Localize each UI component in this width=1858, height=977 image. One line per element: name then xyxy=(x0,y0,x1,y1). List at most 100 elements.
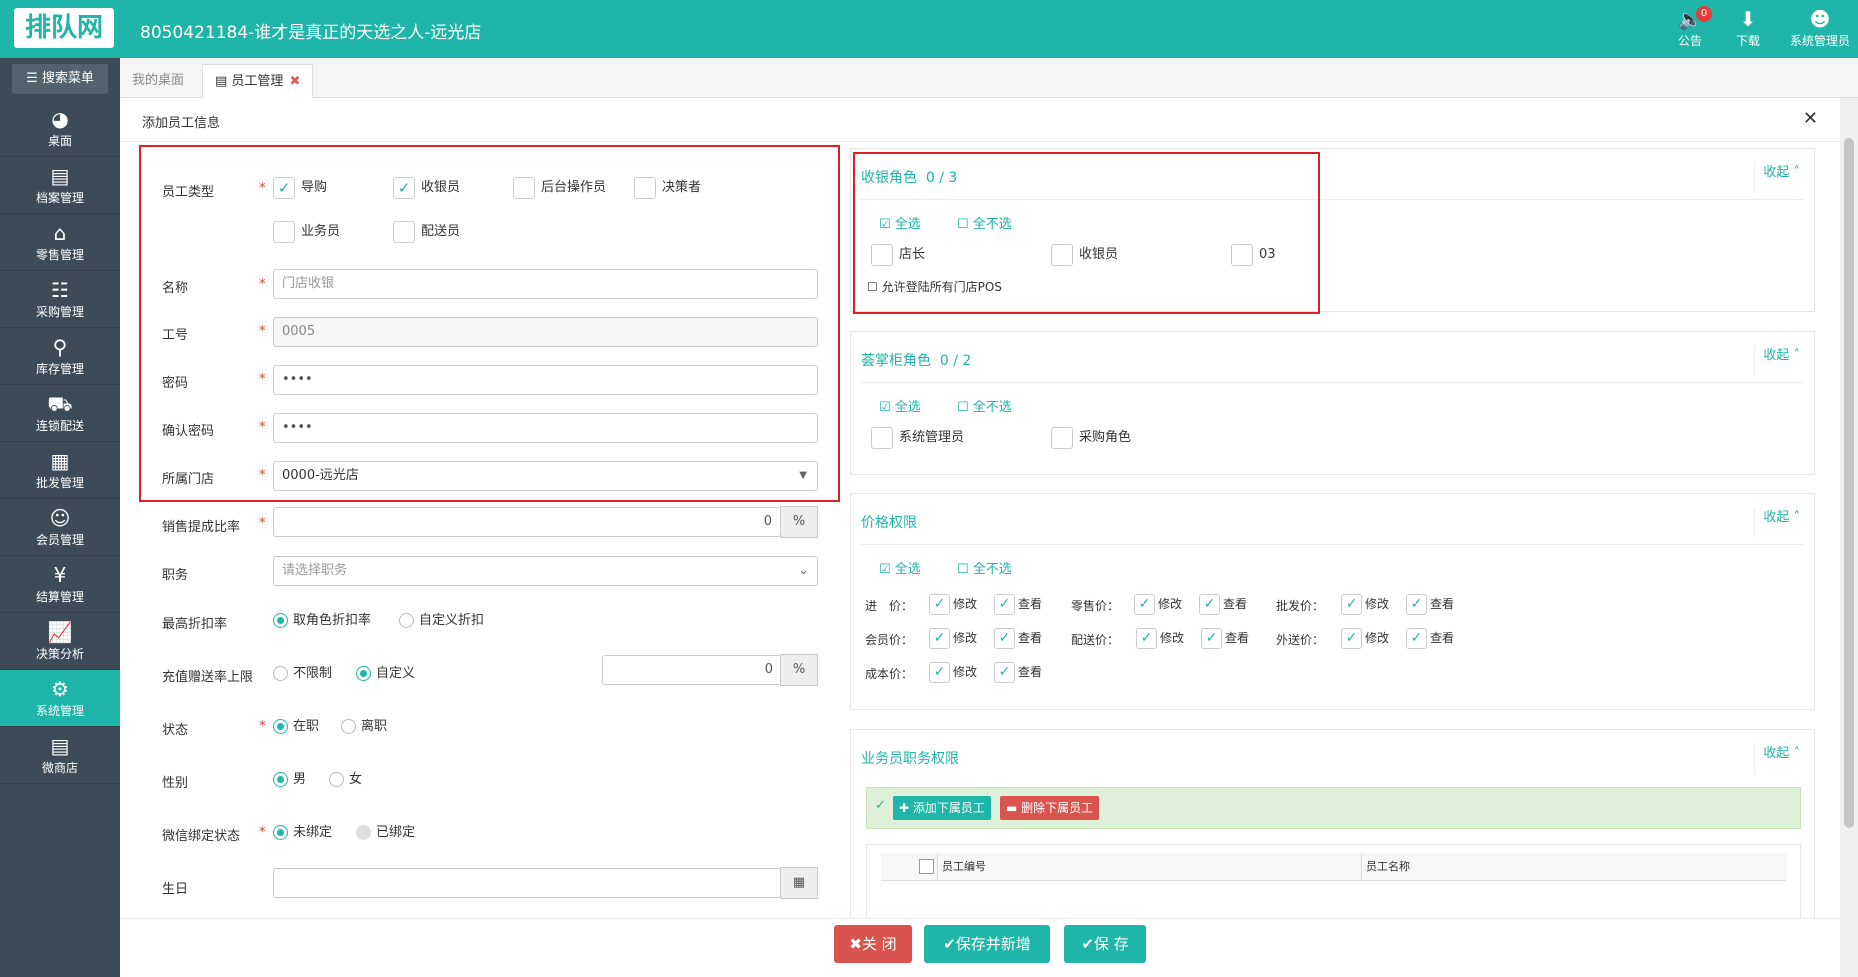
commission-input[interactable]: 0 xyxy=(273,507,781,537)
sidebar-item-inventory[interactable]: ⚲ 库存管理 xyxy=(0,328,120,385)
radio-dot xyxy=(399,613,414,628)
save-and-new-button[interactable]: ✔保存并新增 xyxy=(924,925,1050,963)
radio-dot xyxy=(273,719,288,734)
status-radio-active[interactable]: 在职 xyxy=(273,717,319,737)
perm-edit-checkbox[interactable]: ✓ 修改 xyxy=(929,660,977,684)
discount-radio-role[interactable]: 取角色折扣率 xyxy=(273,611,371,631)
sidebar-item-archive[interactable]: ▤ 档案管理 xyxy=(0,157,120,214)
select-none-link[interactable]: ☐ 全不选 xyxy=(957,558,1012,577)
perm-label: 修改 xyxy=(1365,631,1390,645)
gender-radio-female[interactable]: 女 xyxy=(329,770,362,790)
notice-badge: 0 xyxy=(1696,6,1712,22)
recharge-input[interactable]: 0 xyxy=(602,655,782,685)
recharge-radio-custom[interactable]: 自定义 xyxy=(356,664,415,684)
wechat-radio-unbound[interactable]: 未绑定 xyxy=(273,823,332,843)
perm-view-checkbox[interactable]: ✓ 查看 xyxy=(1201,626,1249,650)
close-icon[interactable]: ✕ xyxy=(1803,108,1818,129)
select-all-link[interactable]: ☑ 全选 xyxy=(879,396,921,415)
close-button[interactable]: ✖关 闭 xyxy=(834,925,912,963)
sidebar-item-purchase[interactable]: ☷ 采购管理 xyxy=(0,271,120,328)
admin-roles-count: 0 / 2 xyxy=(939,353,972,369)
collapse-button[interactable]: 收起 ˄ xyxy=(1754,346,1800,376)
notice-button[interactable]: 🔈 0 公告 xyxy=(1660,6,1720,54)
position-select[interactable]: 请选择职务 ⌄ xyxy=(273,556,818,586)
radio-dot xyxy=(329,772,344,787)
sidebar-item-distribution[interactable]: ⛟ 连锁配送 xyxy=(0,385,120,442)
collapse-label: 收起 xyxy=(1763,165,1790,180)
radio-label: 女 xyxy=(349,772,363,787)
perm-view-checkbox[interactable]: ✓ 查看 xyxy=(1406,592,1454,616)
highlight-box-right xyxy=(853,152,1320,314)
download-button[interactable]: ⬇ 下载 xyxy=(1718,6,1778,54)
logo: 排队网 xyxy=(14,8,114,48)
commission-label: 销售提成比率 xyxy=(162,520,241,535)
check-icon: ✓ xyxy=(929,594,950,615)
check-icon: ✓ xyxy=(1136,628,1157,649)
recharge-radio-unlimited[interactable]: 不限制 xyxy=(273,664,332,684)
user-menu[interactable]: ☻ 系统管理员 xyxy=(1782,6,1858,54)
select-none-link[interactable]: ☐ 全不选 xyxy=(957,396,1012,415)
tab-staff-management[interactable]: ▤ 员工管理 ✖ xyxy=(202,64,314,98)
sidebar-item-settlement[interactable]: ¥ 结算管理 xyxy=(0,556,120,613)
radio-dot xyxy=(273,772,288,787)
sidebar-item-label: 系统管理 xyxy=(35,704,84,718)
sidebar: ☰ 搜索菜单 ◕ 桌面 ▤ 档案管理 ⌂ 零售管理 ☷ 采购管理 ⚲ 库存管理 ⛟ 连锁配送… xyxy=(0,58,120,977)
collapse-button[interactable]: 收起 ˄ xyxy=(1754,744,1800,774)
select-all-label: 全选 xyxy=(894,400,921,415)
perm-edit-checkbox[interactable]: ✓ 修改 xyxy=(1341,592,1389,616)
perm-view-checkbox[interactable]: ✓ 查看 xyxy=(1406,626,1454,650)
perm-view-checkbox[interactable]: ✓ 查看 xyxy=(1199,592,1247,616)
gender-radio-male[interactable]: 男 xyxy=(273,770,306,790)
scrollbar[interactable] xyxy=(1840,98,1858,977)
check-icon: ✓ xyxy=(1406,628,1427,649)
sidebar-item-desktop[interactable]: ◕ 桌面 xyxy=(0,100,120,157)
search-menu-button[interactable]: ☰ 搜索菜单 xyxy=(12,64,108,94)
sidebar-item-system[interactable]: ⚙ 系统管理 xyxy=(0,670,120,727)
perm-edit-checkbox[interactable]: ✓ 修改 xyxy=(1136,626,1184,650)
required-mark: * xyxy=(259,516,266,531)
role-checkbox-sysadmin[interactable]: 系统管理员 xyxy=(871,426,964,450)
perm-view-checkbox[interactable]: ✓ 查看 xyxy=(994,592,1042,616)
perm-view-checkbox[interactable]: ✓ 查看 xyxy=(994,626,1042,650)
select-all-link[interactable]: ☑ 全选 xyxy=(879,558,921,577)
select-none-label: 全不选 xyxy=(972,562,1012,577)
radio-label: 已绑定 xyxy=(376,825,416,840)
calendar-icon[interactable]: ▦ xyxy=(780,867,818,899)
sidebar-item-wholesale[interactable]: ▦ 批发管理 xyxy=(0,442,120,499)
perm-view-checkbox[interactable]: ✓ 查看 xyxy=(994,660,1042,684)
check-icon: ✓ xyxy=(1199,594,1220,615)
collapse-label: 收起 xyxy=(1763,348,1790,363)
check-icon: ✔ xyxy=(943,935,956,953)
add-subordinate-button[interactable]: ✚ 添加下属员工 xyxy=(893,796,991,820)
birthday-input[interactable] xyxy=(273,868,781,898)
wechat-label: 微信绑定状态 xyxy=(162,829,241,844)
radio-dot xyxy=(273,666,288,681)
delete-subordinate-button[interactable]: ▬ 删除下属员工 xyxy=(1000,796,1100,820)
truck-icon: ⛟ xyxy=(47,392,73,416)
radio-dot xyxy=(356,825,371,840)
tab-desktop[interactable]: 我的桌面 xyxy=(120,64,196,98)
perm-edit-checkbox[interactable]: ✓ 修改 xyxy=(1134,592,1182,616)
role-checkbox-purchase[interactable]: 采购角色 xyxy=(1051,426,1131,450)
perm-edit-checkbox[interactable]: ✓ 修改 xyxy=(929,592,977,616)
select-all-label: 全选 xyxy=(894,562,921,577)
collapse-button[interactable]: 收起 ˄ xyxy=(1754,508,1800,538)
collapse-label: 收起 xyxy=(1763,510,1790,525)
sidebar-item-member[interactable]: ☺ 会员管理 xyxy=(0,499,120,556)
sidebar-item-retail[interactable]: ⌂ 零售管理 xyxy=(0,214,120,271)
select-all-rows-checkbox[interactable] xyxy=(919,859,934,874)
sidebar-item-microstore[interactable]: ▤ 微商店 xyxy=(0,727,120,784)
perm-edit-checkbox[interactable]: ✓ 修改 xyxy=(1341,626,1389,650)
status-radio-left[interactable]: 离职 xyxy=(341,717,387,737)
save-button[interactable]: ✔保 存 xyxy=(1064,925,1146,963)
search-menu-label: 搜索菜单 xyxy=(41,71,94,86)
perm-edit-checkbox[interactable]: ✓ 修改 xyxy=(929,626,977,650)
close-icon: ✖ xyxy=(849,935,862,953)
sidebar-item-analysis[interactable]: 📈 决策分析 xyxy=(0,613,120,670)
collapse-button[interactable]: 收起 ˄ xyxy=(1754,163,1800,193)
discount-radio-custom[interactable]: 自定义折扣 xyxy=(399,611,484,631)
radio-label: 自定义 xyxy=(376,666,416,681)
scrollbar-thumb[interactable] xyxy=(1844,138,1854,828)
menu-icon: ☰ xyxy=(26,71,42,86)
close-tab-icon[interactable]: ✖ xyxy=(289,74,300,89)
